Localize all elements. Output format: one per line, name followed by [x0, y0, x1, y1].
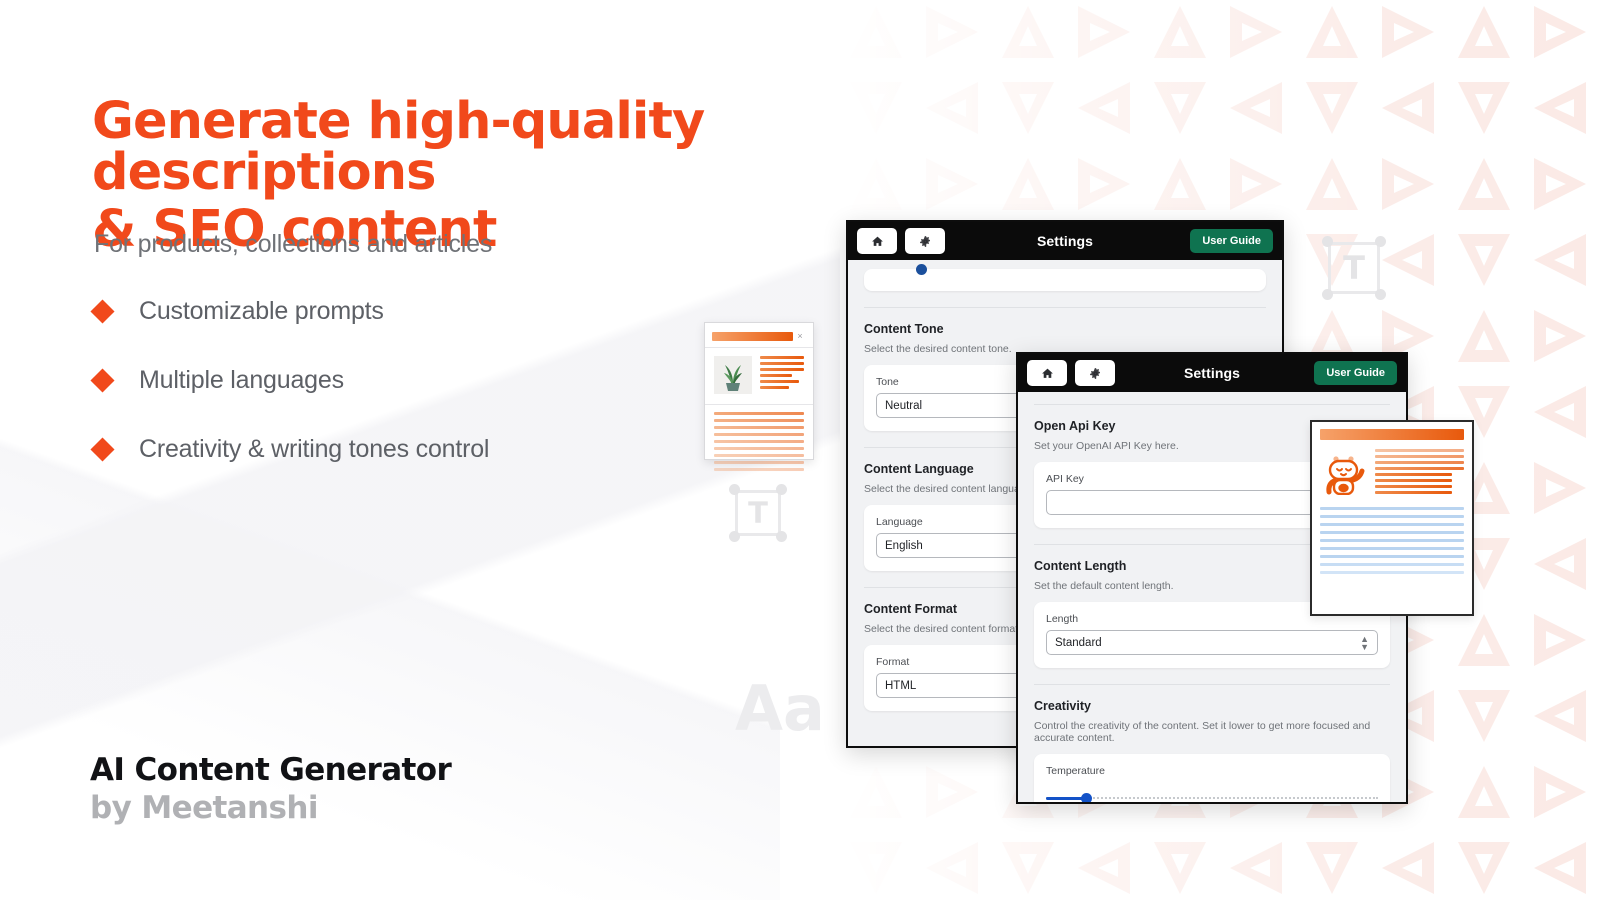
- section-heading: Creativity: [1034, 699, 1091, 713]
- aa-typography-glyph: Aa: [735, 672, 825, 745]
- card-title-bar: [712, 331, 793, 341]
- textbox-glyph-letter: T: [748, 496, 768, 530]
- close-icon[interactable]: ×: [793, 331, 807, 341]
- card-body: [1312, 445, 1472, 501]
- diamond-bullet-icon: [90, 298, 115, 324]
- slider-knob-icon[interactable]: [1080, 792, 1092, 802]
- diamond-bullet-icon: [90, 367, 115, 393]
- tone-value: Neutral: [885, 399, 923, 412]
- section-creativity: Creativity Control the creativity of the…: [1018, 685, 1406, 802]
- list-item: Multiple languages: [90, 357, 734, 403]
- card-topbar: [1312, 422, 1472, 445]
- list-item: Creativity & writing tones control: [90, 426, 734, 472]
- length-select[interactable]: Standard ▲ ▼: [1046, 630, 1378, 655]
- format-value: HTML: [885, 679, 917, 692]
- feature-label: Multiple languages: [139, 365, 344, 394]
- section-heading: Content Tone: [864, 322, 944, 336]
- plant-thumbnail: [714, 356, 752, 394]
- card-topbar: ×: [705, 323, 813, 347]
- subheadline: For products, collections and articles: [94, 230, 493, 258]
- card-media-row: [1320, 449, 1464, 495]
- user-guide-button[interactable]: User Guide: [1190, 229, 1273, 253]
- headline-line-1: Generate high-quality descriptions: [92, 92, 705, 202]
- robot-preview-card: [1310, 420, 1474, 616]
- feature-label: Creativity & writing tones control: [139, 434, 490, 463]
- language-value: English: [885, 539, 923, 552]
- panel-header: Settings User Guide: [848, 222, 1282, 260]
- app-branding: AI Content Generator by Meetanshi: [90, 752, 452, 826]
- product-preview-card: ×: [704, 322, 814, 471]
- length-value: Standard: [1055, 636, 1102, 649]
- card-media-row: [714, 356, 804, 394]
- card-body: [705, 348, 813, 402]
- gear-icon[interactable]: [1075, 360, 1115, 386]
- card-text-lines: [760, 356, 804, 394]
- diamond-bullet-icon: [90, 436, 115, 462]
- feature-list: Customizable prompts Multiple languages …: [90, 288, 734, 495]
- field-card: Temperature: [1034, 754, 1390, 802]
- card-title-bar: [1320, 429, 1464, 440]
- gear-icon[interactable]: [905, 228, 945, 254]
- textbox-glyph-letter: T: [1343, 249, 1365, 287]
- list-item: Customizable prompts: [90, 288, 734, 334]
- chevron-updown-icon[interactable]: ▲ ▼: [1360, 634, 1369, 651]
- card-text-lines: [1375, 449, 1464, 495]
- promo-banner: Generate high-quality descriptions & SEO…: [0, 0, 1600, 900]
- card-paragraph-block: [705, 405, 813, 479]
- app-vendor: by Meetanshi: [90, 790, 318, 826]
- home-icon[interactable]: [1027, 360, 1067, 386]
- panel-header: Settings User Guide: [1018, 354, 1406, 392]
- field-label: Temperature: [1046, 765, 1105, 777]
- slider-knob-icon[interactable]: [916, 264, 927, 275]
- card-paragraph-block: [1312, 501, 1472, 580]
- robot-mascot-icon: [1320, 449, 1366, 495]
- slider-fill: [1046, 796, 1086, 800]
- textbox-glyph-icon-large: T: [1322, 236, 1386, 300]
- slider-rail: [1046, 797, 1378, 799]
- home-icon[interactable]: [857, 228, 897, 254]
- card-paragraph-lines: [714, 412, 804, 471]
- section-description: Control the creativity of the content. S…: [1034, 720, 1371, 744]
- temperature-slider[interactable]: [1046, 782, 1378, 802]
- slider-track[interactable]: [1046, 791, 1378, 802]
- partial-field-card-top[interactable]: [864, 264, 1266, 291]
- textbox-glyph-icon-small: T: [729, 484, 787, 542]
- user-guide-button[interactable]: User Guide: [1314, 361, 1397, 385]
- app-name: AI Content Generator: [90, 752, 452, 788]
- card-paragraph-lines: [1320, 507, 1464, 574]
- feature-label: Customizable prompts: [139, 296, 384, 325]
